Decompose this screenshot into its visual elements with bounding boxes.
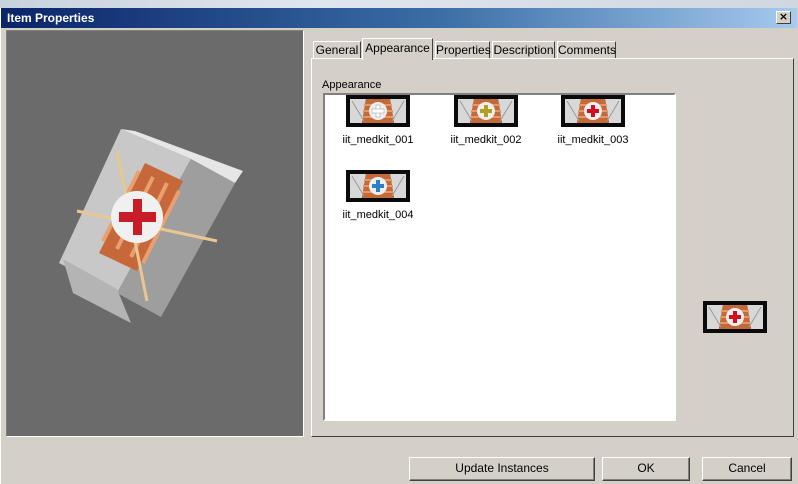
desktop-background (0, 0, 798, 8)
cancel-button[interactable]: Cancel (702, 457, 792, 481)
tab-description[interactable]: Description (492, 41, 555, 59)
tab-label: Properties (436, 43, 491, 57)
tab-appearance[interactable]: Appearance (362, 38, 433, 60)
list-item-label: iit_medkit_004 (342, 209, 414, 221)
appearance-list[interactable]: iit_medkit_001 iit_medkit_002 iit_medkit… (323, 93, 676, 421)
selected-appearance-preview (703, 301, 767, 333)
ok-button[interactable]: OK (602, 457, 690, 481)
tab-label: Comments (558, 43, 617, 57)
update-instances-button[interactable]: Update Instances (409, 457, 595, 481)
tab-comments[interactable]: Comments (557, 41, 616, 59)
button-label: Cancel (728, 461, 766, 475)
medkit-thumbnail (454, 95, 518, 127)
button-label: Update Instances (455, 461, 549, 475)
window-title: Item Properties (7, 11, 95, 25)
appearance-group-label: Appearance (322, 79, 382, 91)
close-icon: × (778, 10, 789, 23)
list-item-medkit-002[interactable]: iit_medkit_002 (446, 95, 526, 146)
tab-label: General (315, 43, 359, 57)
item-properties-dialog: Item Properties × General Appearance Pro… (0, 8, 798, 484)
list-item-label: iit_medkit_002 (450, 134, 522, 146)
list-item-label: iit_medkit_003 (557, 134, 629, 146)
medkit-thumbnail (346, 95, 410, 127)
medkit-3d-model (59, 129, 243, 323)
medkit-thumbnail (561, 95, 625, 127)
medkit-thumbnail (346, 170, 410, 202)
list-item-medkit-001[interactable]: iit_medkit_001 (338, 95, 418, 146)
list-item-medkit-004[interactable]: iit_medkit_004 (338, 170, 418, 221)
tab-properties[interactable]: Properties (435, 41, 491, 59)
tab-label: Appearance (365, 41, 430, 55)
title-bar[interactable]: Item Properties × (1, 8, 797, 28)
close-button[interactable]: × (776, 11, 791, 24)
list-item-medkit-003[interactable]: iit_medkit_003 (553, 95, 633, 146)
tab-general[interactable]: General (313, 41, 361, 59)
model-preview-viewport[interactable] (6, 30, 304, 437)
tab-label: Description (493, 43, 554, 57)
list-item-label: iit_medkit_001 (342, 134, 414, 146)
button-label: OK (637, 461, 655, 475)
